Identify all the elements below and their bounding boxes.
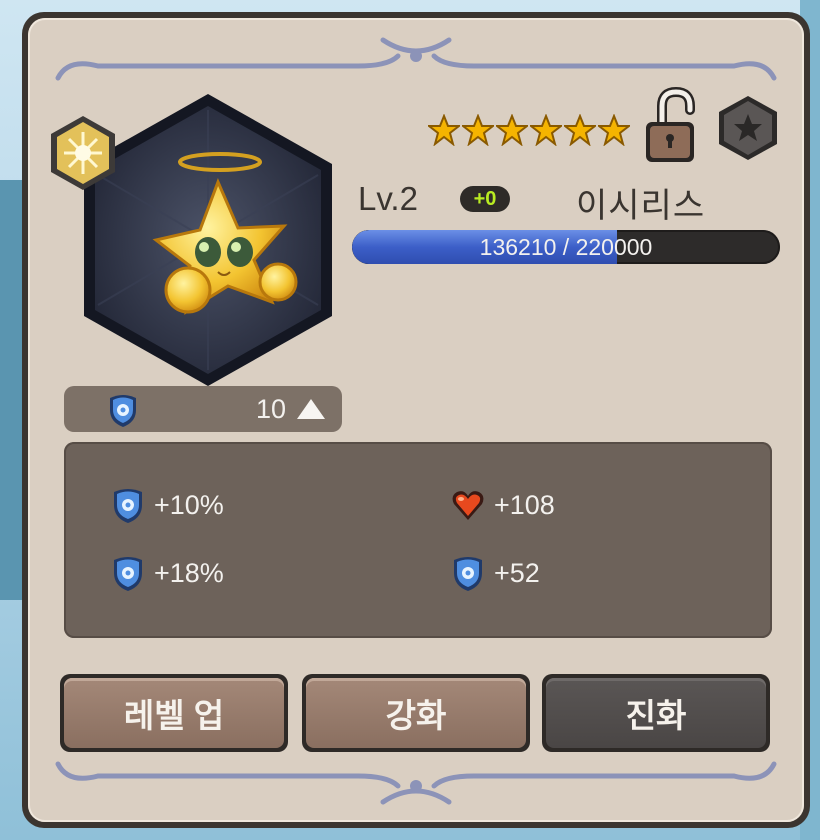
stat-row: +10%	[110, 486, 224, 524]
star-icon	[428, 114, 460, 146]
unlock-icon[interactable]	[640, 86, 700, 166]
pet-info-card: Lv.2 +0 이시리스 136210 / 220000 10 +10% +10…	[22, 12, 810, 828]
blue-shield-icon	[110, 395, 136, 427]
heart-icon	[452, 491, 484, 520]
up-arrow-icon	[297, 399, 325, 419]
xp-progress-text: 136210 / 220000	[479, 234, 653, 260]
blue-shield-icon	[114, 489, 142, 523]
upgrade-level-strip: 10	[64, 386, 342, 432]
star-rating	[428, 114, 630, 146]
enhance-count-badge: +0	[460, 186, 510, 212]
favorite-star-icon[interactable]	[716, 94, 780, 162]
star-icon	[564, 114, 596, 146]
blue-shield-icon	[454, 557, 482, 591]
pet-level: Lv.2	[358, 180, 418, 217]
evolve-button[interactable]: 진화	[542, 674, 770, 752]
star-icon	[462, 114, 494, 146]
star-icon	[530, 114, 562, 146]
star-icon	[496, 114, 528, 146]
level-up-label: 레벨 업	[64, 678, 284, 748]
level-up-button[interactable]: 레벨 업	[60, 674, 288, 752]
enhance-label: 강화	[306, 678, 526, 748]
stat-row: +18%	[110, 554, 224, 592]
card-panel: Lv.2 +0 이시리스 136210 / 220000 10 +10% +10…	[28, 18, 804, 822]
blue-shield-icon	[114, 557, 142, 591]
xp-progress-bar: 136210 / 220000	[352, 230, 780, 264]
evolve-label: 진화	[546, 678, 766, 748]
stat-value: +52	[494, 557, 540, 588]
star-icon	[598, 114, 630, 146]
bottom-ornament	[55, 761, 777, 805]
stat-row: +108	[450, 486, 555, 524]
stat-row: +52	[450, 554, 540, 592]
upgrade-level-value: 10	[256, 394, 287, 424]
stat-value: +108	[494, 489, 555, 520]
stat-value: +18%	[154, 557, 224, 588]
enhance-button[interactable]: 강화	[302, 674, 530, 752]
top-ornament	[55, 37, 777, 81]
stats-panel: +10% +108 +18% +52	[64, 442, 772, 638]
element-badge-icon	[51, 116, 115, 190]
pet-name: 이시리스	[576, 187, 706, 225]
stat-value: +10%	[154, 489, 224, 520]
